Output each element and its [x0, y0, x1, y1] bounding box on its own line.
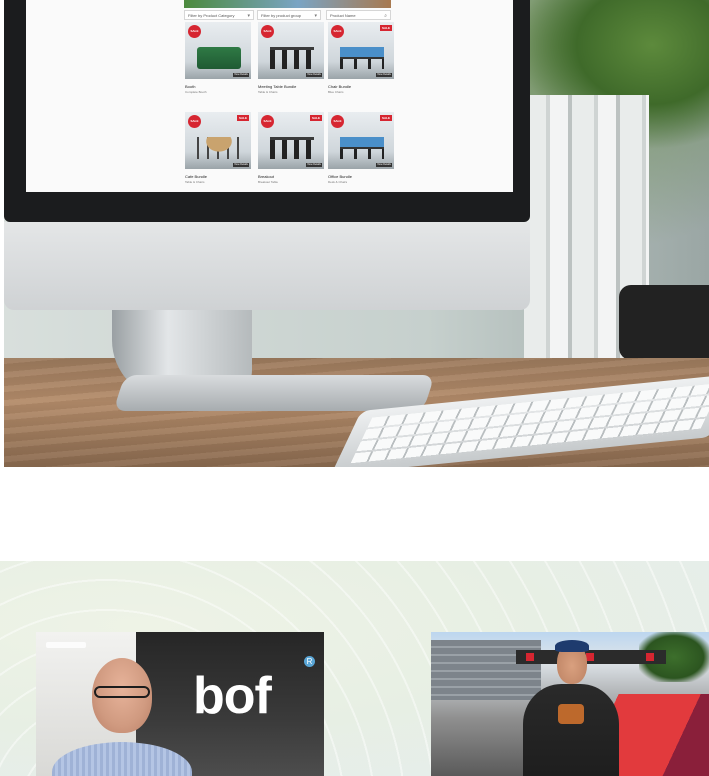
view-details-tag[interactable]: View Details [306, 163, 322, 167]
product-thumbnail[interactable]: SALE View Details [185, 22, 251, 79]
chevron-down-icon: ▾ [314, 13, 317, 19]
product-subtitle: Breakout Table [258, 180, 278, 184]
product-card[interactable]: SALE View Details Meeting Table Bundle T… [258, 22, 324, 94]
product-subtitle: Table & Chairs [258, 90, 278, 94]
product-name-search[interactable]: Product Name ⌕ [326, 10, 391, 20]
team-photo-race [431, 632, 709, 776]
arch-marker-icon [586, 653, 594, 661]
runner-body [523, 684, 619, 776]
sale-badge: SALE [261, 25, 274, 38]
product-name[interactable]: Meeting Table Bundle [258, 84, 324, 89]
chevron-down-icon: ▾ [247, 13, 250, 19]
bof-logo: bof [193, 667, 272, 725]
product-name[interactable]: Chair Bundle [328, 84, 394, 89]
sale-badge: SALE [188, 115, 201, 128]
team-photo-office: bof R [36, 632, 324, 776]
filter-label: Filter by Product Category [188, 13, 235, 18]
furniture-image [340, 137, 384, 159]
view-details-tag[interactable]: View Details [306, 73, 322, 77]
search-icon: ⌕ [384, 13, 387, 19]
product-card[interactable]: SALE SALE View Details Breakout Breakout… [258, 112, 324, 184]
product-subtitle: Desk & Chairs [328, 180, 348, 184]
product-thumbnail[interactable]: SALE SALE View Details [258, 112, 324, 169]
finish-arch [516, 650, 666, 664]
product-subtitle: Blue Chairs [328, 90, 344, 94]
view-details-tag[interactable]: View Details [233, 73, 249, 77]
furniture-image [270, 47, 314, 69]
product-category-filter[interactable]: Filter by Product Category ▾ [184, 10, 254, 20]
arch-marker-icon [526, 653, 534, 661]
runner-cap [555, 640, 589, 652]
discount-badge: SALE [309, 115, 322, 121]
sale-badge: SALE [261, 115, 274, 128]
sale-badge: SALE [331, 115, 344, 128]
view-details-tag[interactable]: View Details [376, 163, 392, 167]
filter-label: Filter by product group [261, 13, 302, 18]
team-section: bof R [0, 561, 709, 776]
sale-badge: SALE [331, 25, 344, 38]
product-name[interactable]: Booth [185, 84, 251, 89]
product-thumbnail[interactable]: SALE View Details [258, 22, 324, 79]
monitor-stand-base [113, 375, 435, 411]
furniture-image [270, 137, 314, 159]
product-group-filter[interactable]: Filter by product group ▾ [257, 10, 321, 20]
discount-badge: SALE [379, 25, 392, 31]
glasses-icon [94, 686, 150, 698]
view-details-tag[interactable]: View Details [233, 163, 249, 167]
registered-mark-icon: R [304, 656, 315, 667]
sale-badge: SALE [188, 25, 201, 38]
screen-banner [184, 0, 391, 8]
product-card[interactable]: SALE SALE View Details Office Bundle Des… [328, 112, 394, 184]
product-thumbnail[interactable]: SALE SALE View Details [185, 112, 251, 169]
product-subtitle: Complete Booth [185, 90, 207, 94]
furniture-image [340, 47, 384, 69]
arch-marker-icon [646, 653, 654, 661]
product-thumbnail[interactable]: SALE SALE View Details [328, 22, 394, 79]
product-card[interactable]: SALE View Details Booth Complete Booth [185, 22, 251, 94]
view-details-tag[interactable]: View Details [376, 73, 392, 77]
hero-photo: Filter by Product Category ▾ Filter by p… [4, 0, 709, 467]
discount-badge: SALE [236, 115, 249, 121]
product-card[interactable]: SALE SALE View Details Cafe Bundle Table… [185, 112, 251, 184]
monitor-chin [4, 222, 530, 310]
building [431, 640, 541, 700]
product-name[interactable]: Office Bundle [328, 174, 394, 179]
discount-badge: SALE [379, 115, 392, 121]
product-name[interactable]: Cafe Bundle [185, 174, 251, 179]
product-subtitle: Table & Chairs [185, 180, 205, 184]
furniture-image [197, 47, 241, 69]
product-card[interactable]: SALE SALE View Details Chair Bundle Blue… [328, 22, 394, 94]
ceiling-light [46, 642, 86, 648]
product-name[interactable]: Breakout [258, 174, 324, 179]
furniture-image [197, 137, 241, 159]
monitor-screen: Filter by Product Category ▾ Filter by p… [26, 0, 513, 192]
camera-icon [619, 285, 709, 360]
search-label: Product Name [330, 13, 356, 18]
product-thumbnail[interactable]: SALE SALE View Details [328, 112, 394, 169]
